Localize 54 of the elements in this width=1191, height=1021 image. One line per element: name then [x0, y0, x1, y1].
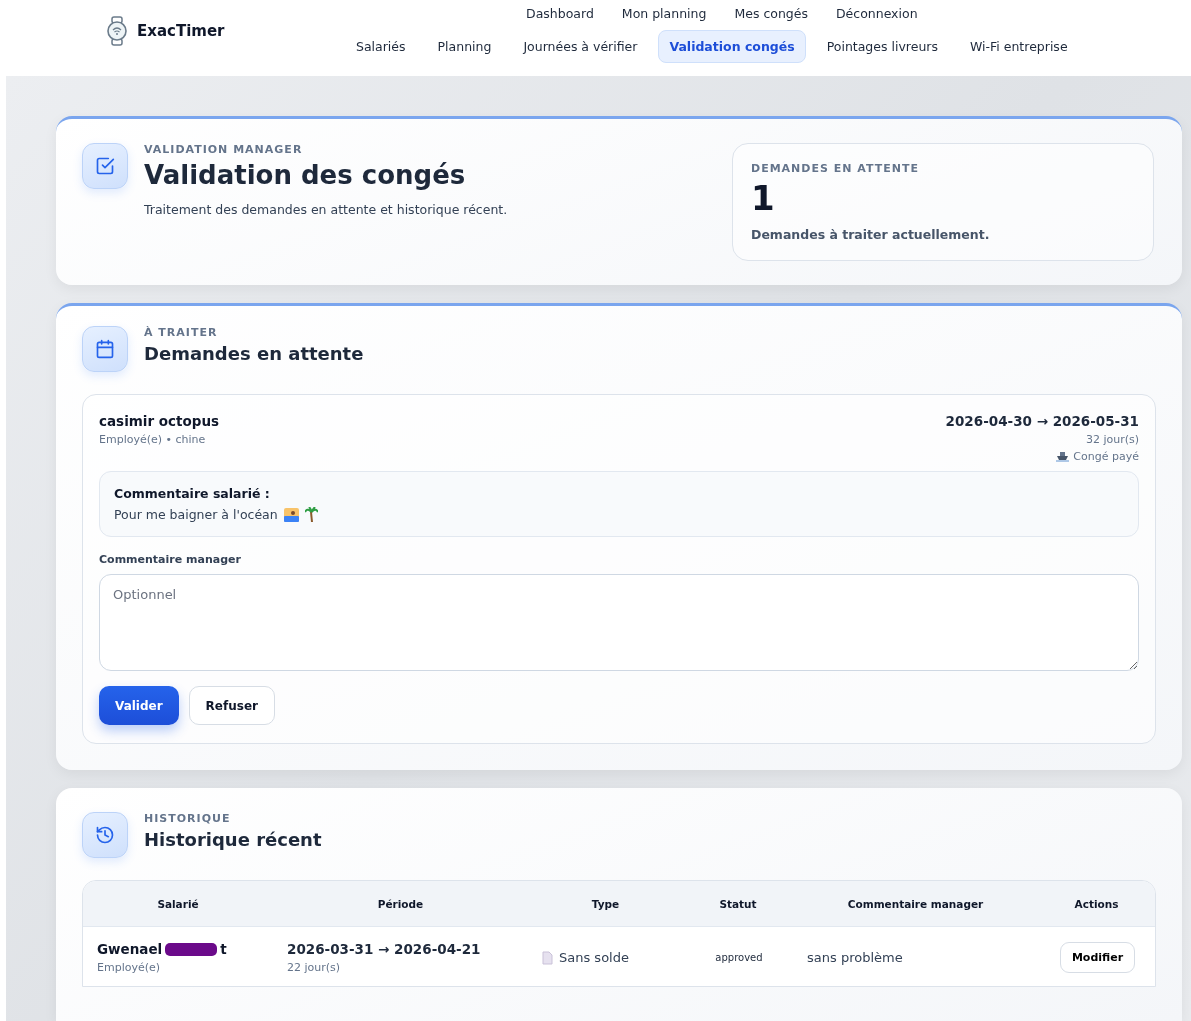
section-title: Demandes en attente	[144, 343, 364, 364]
edit-button[interactable]: Modifier	[1059, 942, 1136, 973]
column-header: Statut	[718, 897, 758, 910]
ship-icon	[1056, 451, 1070, 462]
employee-name: Gwenael	[97, 941, 163, 957]
leave-period: 2026-03-31 → 2026-04-21	[287, 941, 481, 957]
nav-tab[interactable]: Validation congés	[658, 29, 806, 63]
stat-value: 1	[751, 181, 776, 215]
page-title: Validation des congés	[144, 160, 467, 190]
nav-tab[interactable]: Planning	[426, 29, 503, 63]
manager-comment: sans problème	[807, 950, 903, 965]
column-header: Période	[376, 897, 425, 910]
leave-days: 22 jour(s)	[287, 961, 341, 974]
nav-tab[interactable]: Salariés	[345, 29, 417, 63]
checkbox-icon	[95, 156, 115, 176]
nav-link[interactable]: Mon planning	[621, 5, 707, 21]
column-header: Salarié	[156, 897, 200, 910]
eyebrow-label: À TRAITER	[144, 326, 219, 339]
leave-period: 2026-04-30 → 2026-05-31	[945, 413, 1139, 429]
palm-tree-icon	[304, 507, 318, 522]
validate-button[interactable]: Valider	[99, 686, 179, 725]
refuse-button[interactable]: Refuser	[188, 686, 275, 725]
employee-name: t	[220, 941, 227, 957]
page-subtitle: Traitement des demandes en attente et historique récent.	[144, 202, 508, 217]
nav-link[interactable]: Mes congés	[734, 5, 808, 21]
comment-text: Pour me baigner à l'océan	[114, 507, 278, 522]
leave-type: Congé payé	[1073, 450, 1139, 463]
calendar-icon	[95, 339, 115, 359]
watch-icon	[105, 16, 129, 46]
stat-label: DEMANDES EN ATTENTE	[751, 162, 920, 175]
nav-tab[interactable]: Pointages livreurs	[815, 29, 949, 63]
column-header: Actions	[1073, 897, 1120, 910]
leave-days: 32 jour(s)	[1085, 433, 1139, 446]
comment-label: Commentaire salarié :	[114, 486, 271, 501]
status-text: approved	[715, 952, 763, 963]
eyebrow-label: VALIDATION MANAGER	[144, 143, 304, 156]
nav-link[interactable]: Déconnexion	[835, 5, 918, 21]
employee-name: casimir octopus	[99, 413, 220, 429]
section-title: Historique récent	[144, 829, 322, 850]
field-label: Commentaire manager	[99, 553, 242, 566]
eyebrow-label: HISTORIQUE	[144, 812, 232, 825]
manager-comment-field[interactable]: Optionnel	[99, 574, 1139, 671]
history-icon	[95, 825, 115, 845]
employee-role: Employé(e)	[97, 961, 161, 974]
brand-name: ExacTimer	[137, 22, 225, 40]
nav-tab[interactable]: Journées à vérifier	[512, 29, 649, 63]
leave-type: Sans solde	[559, 950, 629, 965]
nav-tab[interactable]: Wi-Fi entreprise	[958, 29, 1079, 63]
column-header: Commentaire manager	[846, 897, 985, 910]
employee-meta: Employé(e) • chine	[99, 433, 206, 446]
nav-link[interactable]: Dashboard	[526, 5, 594, 21]
column-header: Type	[590, 897, 621, 910]
document-icon	[542, 950, 553, 965]
stat-caption: Demandes à traiter actuellement.	[751, 227, 991, 242]
